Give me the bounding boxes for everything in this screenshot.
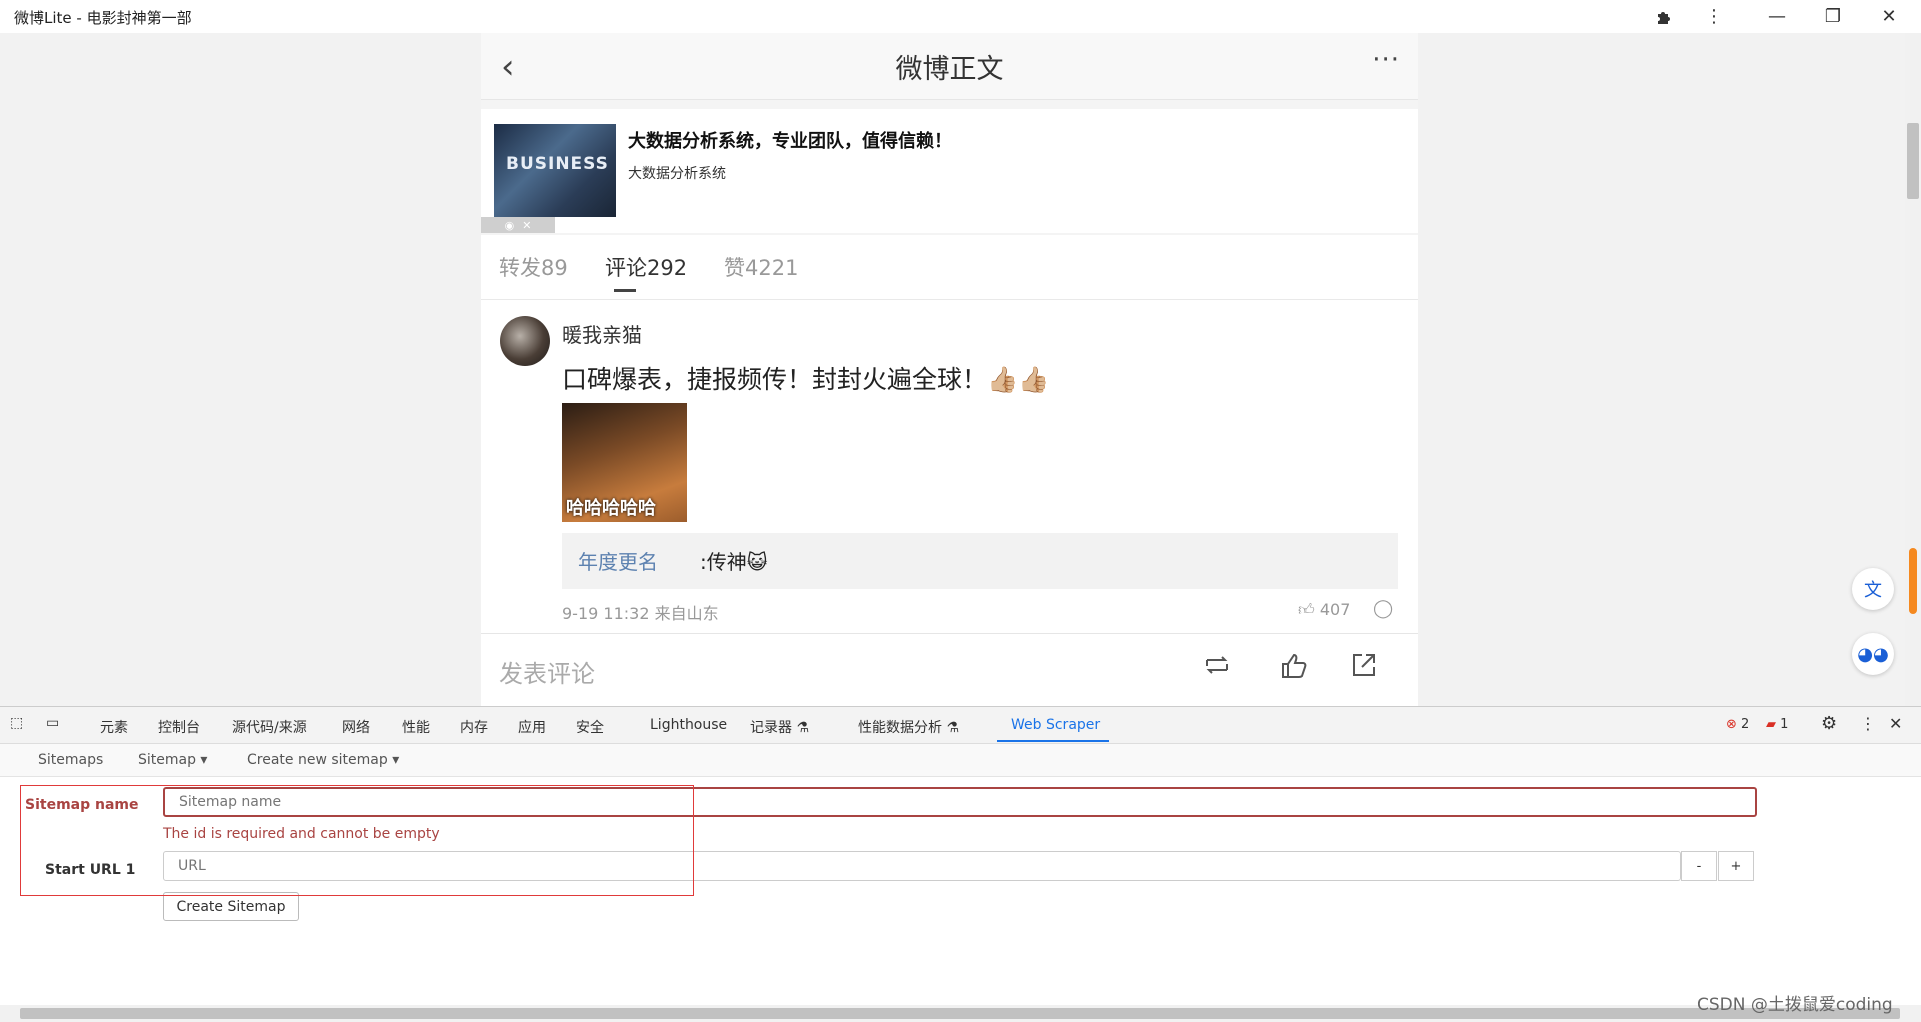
side-indicator [1909,548,1917,614]
create-sitemap-button[interactable]: Create Sitemap [163,892,299,921]
comment-input-hint[interactable]: 发表评论 [499,654,595,689]
tab-web-scraper[interactable]: Web Scraper [1011,717,1100,733]
repost-icon[interactable] [1203,652,1231,685]
comment-username[interactable]: 暖我亲猫 [562,319,642,348]
devtools-close-icon[interactable]: ✕ [1889,714,1902,733]
comment-image-caption: 哈哈哈哈哈 [566,498,656,519]
tab-security[interactable]: 安全 [576,717,604,737]
close-icon[interactable]: ✕ [1861,0,1917,33]
ad-banner[interactable]: BUSINESS 大数据分析系统，专业团队，值得信赖！ 大数据分析系统 ◉ ✕ [481,109,1418,233]
nav-sitemap-dropdown[interactable]: Sitemap ▾ [138,752,207,768]
ad-subtitle: 大数据分析系统 [628,166,726,182]
bottom-bar: 发表评论 [481,633,1418,706]
comment-image[interactable]: 哈哈哈哈哈 [562,403,687,522]
tab-reposts[interactable]: 转发89 [499,252,568,282]
page-title: 微博正文 [895,54,1004,85]
scraper-nav: Sitemaps Sitemap ▾ Create new sitemap ▾ [0,744,1921,777]
more-icon[interactable]: ··· [1372,45,1400,75]
add-url-button[interactable]: + [1718,851,1754,881]
comment-text: 口碑爆表，捷报频传！封封火遍全球！👍🏼👍🏼 [562,365,1050,394]
horizontal-scrollbar-thumb[interactable] [20,1008,1900,1019]
comment-reply[interactable]: 年度更名 :传神😺 [562,533,1398,589]
window-titlebar: 微博Lite - 电影封神第一部 ⋮ — ❐ ✕ [0,0,1921,33]
ad-mark[interactable]: ◉ ✕ [481,217,555,233]
minimize-icon[interactable]: — [1749,0,1805,33]
tab-performance-insights[interactable]: 性能数据分析 ⚗ [858,717,959,737]
tab-console[interactable]: 控制台 [158,717,200,737]
issue-icon: ▰ [1766,717,1776,732]
weibo-mobile-page: ‹ 微博正文 ··· BUSINESS 大数据分析系统，专业团队，值得信赖！ 大… [481,33,1418,706]
restore-icon[interactable]: ❐ [1805,0,1861,33]
comment-item: 暖我亲猫 口碑爆表，捷报频传！封封火遍全球！👍🏼👍🏼 哈哈哈哈哈 年度更名 :传… [481,300,1418,633]
nav-create-sitemap-dropdown[interactable]: Create new sitemap ▾ [247,752,399,768]
active-tab-indicator [614,289,636,292]
error-icon: ⊗ [1726,717,1737,732]
thumb-up-icon: 👍︎ [1298,600,1315,619]
error-count: 2 [1741,717,1750,732]
tab-sources[interactable]: 源代码/来源 [232,717,307,737]
remove-url-button[interactable]: - [1681,851,1717,881]
reply-text: :传神😺 [700,550,768,574]
tab-application[interactable]: 应用 [518,717,546,737]
tab-network[interactable]: 网络 [342,717,370,737]
settings-icon[interactable]: ⚙ [1821,713,1837,734]
tab-lighthouse[interactable]: Lighthouse [650,717,727,733]
window-title: 微博Lite - 电影封神第一部 [14,9,192,27]
tab-performance[interactable]: 性能 [402,717,430,737]
tab-likes[interactable]: 赞4221 [724,252,798,282]
ad-image-text: BUSINESS [506,154,609,174]
comment-meta: 9-19 11:32 来自山东 [562,604,719,623]
ad-image[interactable]: BUSINESS [494,124,616,217]
devtools-menu-icon[interactable]: ⋮ [1860,714,1876,733]
tab-recorder[interactable]: 记录器 ⚗ [750,717,809,737]
devtools-tabbar: ⬚ ▭ 元素 控制台 源代码/来源 网络 性能 内存 应用 安全 Lightho… [0,707,1921,744]
ad-close-icon[interactable]: ✕ [522,219,531,232]
extension-icon[interactable] [1636,0,1692,33]
reply-username[interactable]: 年度更名 [578,546,658,575]
like-icon[interactable] [1280,652,1308,687]
highlight-box [20,785,694,896]
page-scrollbar-thumb[interactable] [1907,123,1919,199]
assistant-icon[interactable]: ◕◕ [1852,633,1894,675]
issue-counter[interactable]: ▰ 1 [1766,717,1788,732]
page-viewport: ‹ 微博正文 ··· BUSINESS 大数据分析系统，专业团队，值得信赖！ 大… [0,33,1905,706]
avatar[interactable] [500,316,550,366]
menu-icon[interactable]: ⋮ [1686,0,1742,33]
active-tab-indicator [997,740,1109,742]
watermark: CSDN @土拨鼠爱coding [1697,995,1893,1015]
device-toggle-icon[interactable]: ▭ [46,715,59,731]
interaction-tabs: 转发89 评论292 赞4221 [481,235,1418,300]
tab-memory[interactable]: 内存 [460,717,488,737]
nav-sitemaps[interactable]: Sitemaps [38,752,103,768]
tab-comments[interactable]: 评论292 [605,252,687,282]
ad-info-icon: ◉ [504,218,515,232]
error-counter[interactable]: ⊗ 2 [1726,717,1749,732]
ad-headline[interactable]: 大数据分析系统，专业团队，值得信赖！ [628,127,952,153]
issue-count: 1 [1780,717,1789,732]
top-nav: ‹ 微博正文 ··· [481,33,1418,100]
horizontal-scrollbar[interactable] [0,1005,1921,1022]
reply-icon[interactable]: ◯ [1373,598,1393,619]
devtools-panel: ⬚ ▭ 元素 控制台 源代码/来源 网络 性能 内存 应用 安全 Lightho… [0,706,1921,1022]
translate-icon[interactable]: 文 [1852,568,1894,610]
comment-like[interactable]: 👍︎ 407 [1298,600,1350,620]
tab-elements[interactable]: 元素 [100,717,128,737]
share-icon[interactable] [1351,652,1377,685]
like-count: 407 [1319,600,1351,619]
inspect-icon[interactable]: ⬚ [10,715,23,731]
